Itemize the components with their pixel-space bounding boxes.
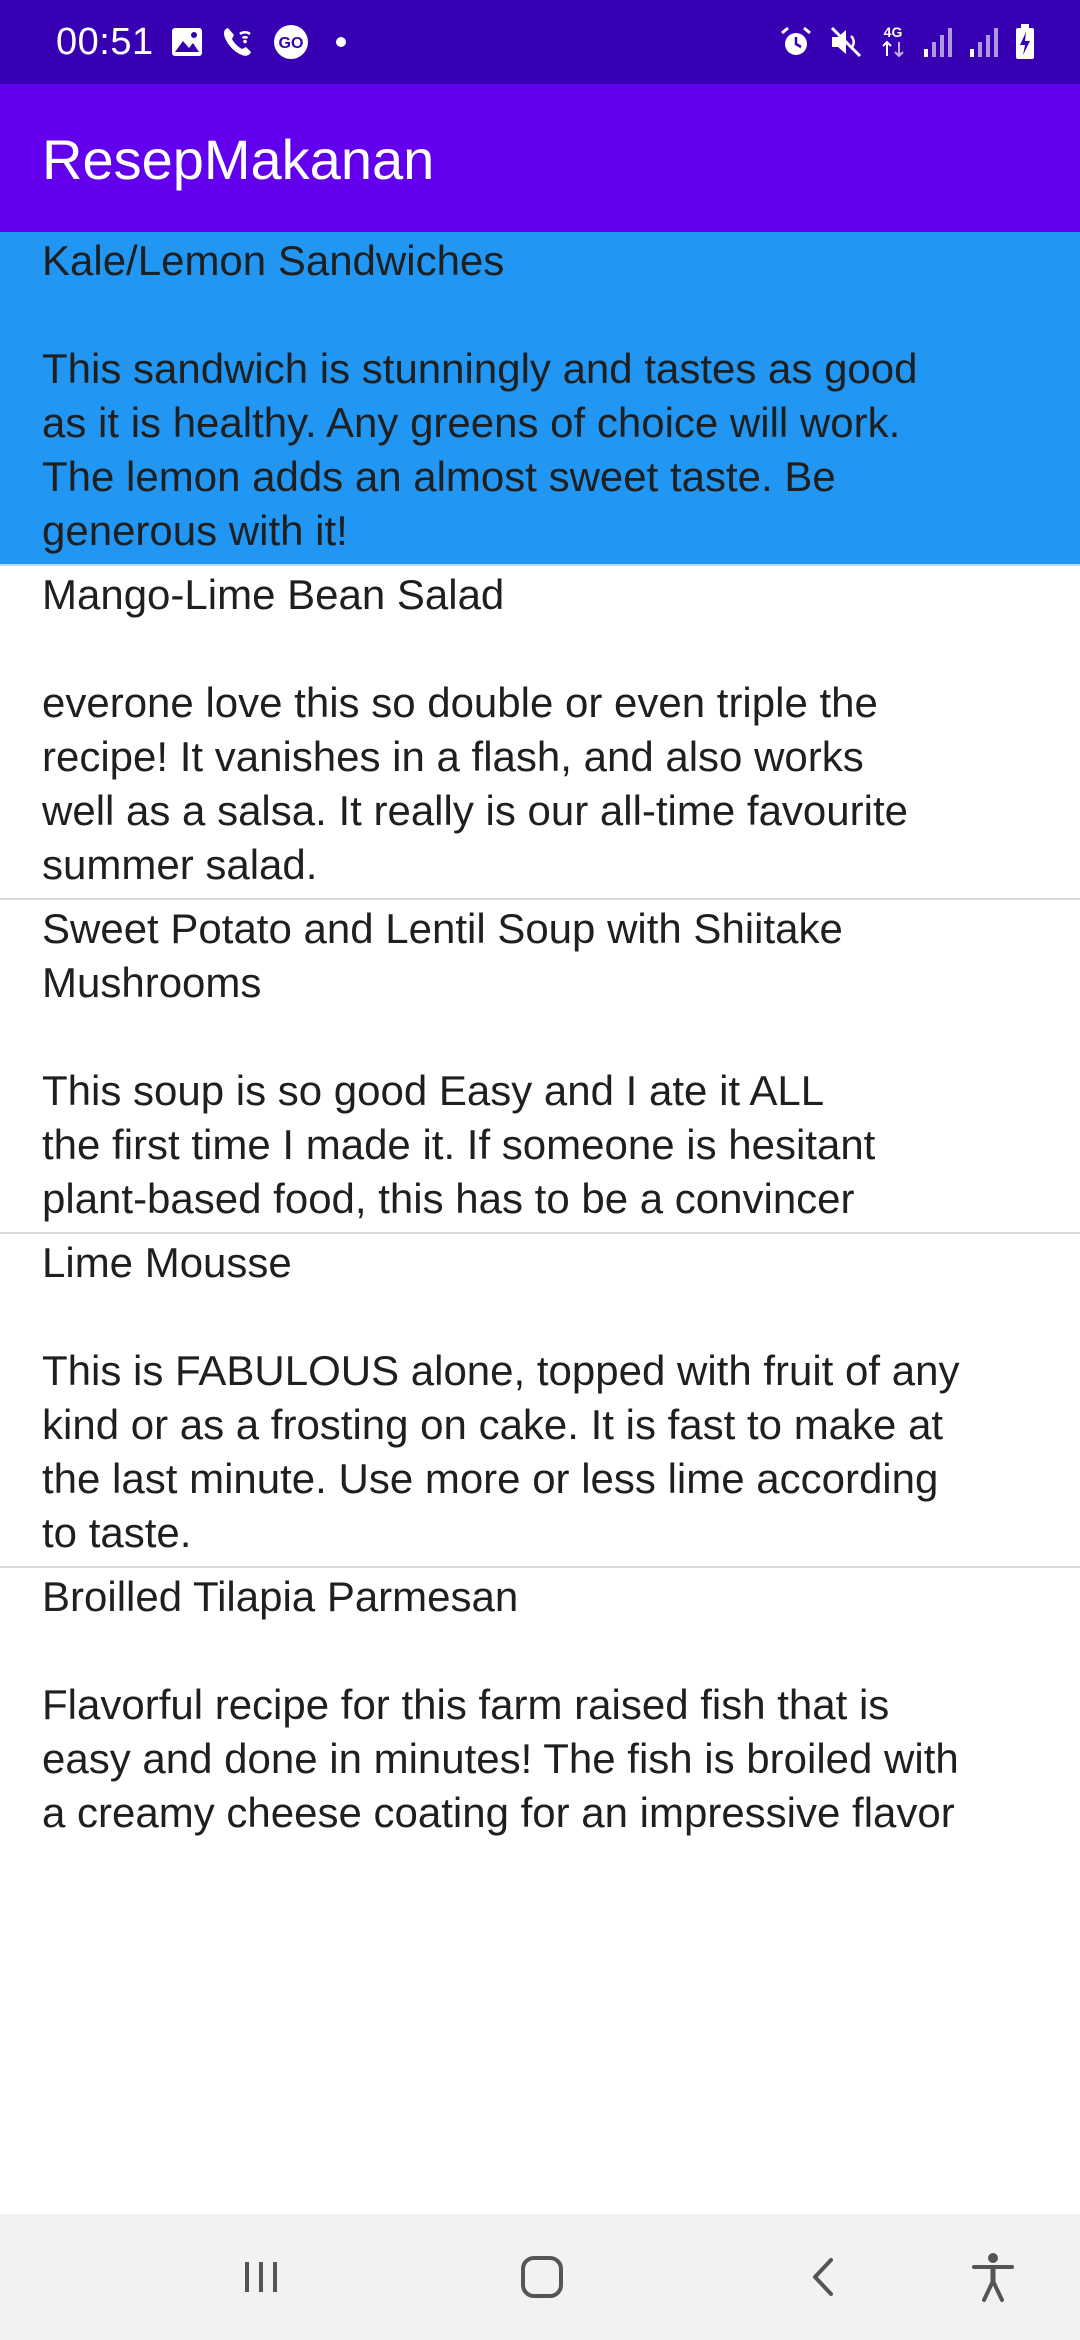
recipe-list-item[interactable]: Lime Mousse This is FABULOUS alone, topp… [0, 1234, 1080, 1568]
status-right-icons: 4G [778, 20, 1036, 64]
recipe-title: Mango-Lime Bean Salad [42, 571, 505, 618]
accessibility-icon [972, 2253, 1014, 2302]
recipe-list-item[interactable]: Kale/Lemon Sandwiches This sandwich is s… [0, 232, 1080, 566]
signal-icon [922, 25, 954, 59]
app-bar: ResepMakanan [0, 84, 1080, 232]
recipe-title: Lime Mousse [42, 1239, 292, 1286]
navigation-bar [0, 2214, 1080, 2340]
recipe-description: This soup is so good Easy and I ate it A… [42, 1067, 876, 1222]
wifi-calling-icon [220, 24, 256, 60]
recipe-list-item[interactable]: Broilled Tilapia Parmesan Flavorful reci… [0, 1568, 1080, 1902]
recipe-title: Sweet Potato and Lentil Soup with Shiita… [42, 905, 843, 1006]
recipe-list[interactable]: Kale/Lemon Sandwiches This sandwich is s… [0, 232, 1080, 1902]
signal-icon [968, 25, 1000, 59]
network-label: 4G [884, 24, 903, 40]
alarm-icon [778, 24, 814, 60]
app-title: ResepMakanan [42, 128, 435, 191]
mute-icon [828, 24, 864, 60]
recipe-description: This sandwich is stunningly and tastes a… [42, 345, 918, 554]
status-bar: 00:51 GO 4G [0, 0, 1080, 84]
recipe-description: Flavorful recipe for this farm raised fi… [42, 1681, 959, 1836]
status-time: 00:51 [56, 21, 154, 63]
dot-icon [326, 27, 356, 57]
home-button[interactable] [507, 2244, 577, 2310]
network-4g-icon: 4G [878, 22, 908, 62]
go-icon: GO [272, 23, 310, 61]
recent-apps-icon [245, 2262, 277, 2292]
back-button[interactable] [789, 2244, 859, 2310]
status-left-icons: GO [170, 22, 356, 62]
home-icon [521, 2256, 563, 2298]
svg-text:GO: GO [279, 35, 304, 52]
recipe-title: Kale/Lemon Sandwiches [42, 237, 505, 284]
recipe-title: Broilled Tilapia Parmesan [42, 1573, 519, 1620]
recipe-description: This is FABULOUS alone, topped with frui… [42, 1347, 960, 1556]
recipe-list-item[interactable]: Mango-Lime Bean Salad everone love this … [0, 566, 1080, 900]
back-icon [813, 2258, 833, 2296]
battery-charging-icon [1014, 23, 1036, 61]
image-icon [170, 26, 204, 58]
accessibility-button[interactable] [958, 2244, 1028, 2310]
recipe-list-item[interactable]: Sweet Potato and Lentil Soup with Shiita… [0, 900, 1080, 1234]
recent-apps-button[interactable] [226, 2244, 296, 2310]
recipe-description: everone love this so double or even trip… [42, 679, 908, 888]
